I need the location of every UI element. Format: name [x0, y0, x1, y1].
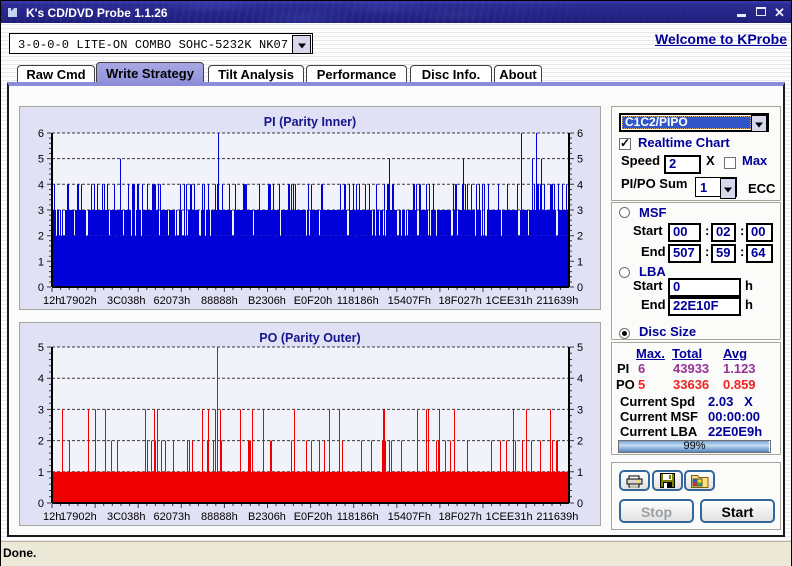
- svg-text:0: 0: [577, 282, 583, 294]
- svg-text:3: 3: [577, 205, 583, 217]
- svg-text:118186h: 118186h: [337, 295, 379, 307]
- svg-text:PO (Parity Outer): PO (Parity Outer): [259, 331, 360, 345]
- svg-text:211639h: 211639h: [536, 511, 578, 523]
- svg-text:3C038h: 3C038h: [107, 511, 146, 523]
- svg-text:1: 1: [38, 256, 44, 268]
- svg-text:3: 3: [38, 404, 44, 416]
- svg-text:2: 2: [577, 231, 583, 243]
- svg-text:4: 4: [38, 179, 44, 191]
- svg-text:5: 5: [38, 342, 44, 354]
- svg-text:1CEE31h: 1CEE31h: [486, 511, 533, 523]
- svg-text:1: 1: [38, 467, 44, 479]
- svg-text:1CEE31h: 1CEE31h: [486, 295, 533, 307]
- svg-text:118186h: 118186h: [337, 511, 379, 523]
- svg-text:5: 5: [577, 342, 583, 354]
- svg-text:4: 4: [577, 373, 583, 385]
- svg-text:3C038h: 3C038h: [107, 295, 146, 307]
- svg-text:62073h: 62073h: [154, 511, 191, 523]
- svg-text:1: 1: [577, 256, 583, 268]
- svg-text:4: 4: [38, 373, 44, 385]
- svg-text:PI (Parity Inner): PI (Parity Inner): [264, 115, 356, 129]
- svg-text:17902h: 17902h: [60, 511, 97, 523]
- svg-text:6: 6: [577, 128, 583, 140]
- svg-text:0: 0: [38, 282, 44, 294]
- svg-text:88888h: 88888h: [201, 511, 238, 523]
- svg-text:15407Fh: 15407Fh: [388, 511, 431, 523]
- svg-text:2: 2: [38, 231, 44, 243]
- svg-text:18F027h: 18F027h: [439, 295, 482, 307]
- svg-text:18F027h: 18F027h: [439, 511, 482, 523]
- svg-text:0: 0: [38, 498, 44, 510]
- svg-text:1: 1: [577, 467, 583, 479]
- svg-text:88888h: 88888h: [201, 295, 238, 307]
- svg-text:6: 6: [38, 128, 44, 140]
- svg-text:62073h: 62073h: [154, 295, 191, 307]
- svg-text:2: 2: [38, 436, 44, 448]
- svg-text:12h: 12h: [43, 511, 61, 523]
- svg-text:3: 3: [38, 205, 44, 217]
- svg-text:5: 5: [38, 154, 44, 166]
- svg-text:E0F20h: E0F20h: [294, 295, 333, 307]
- svg-text:5: 5: [577, 154, 583, 166]
- svg-text:E0F20h: E0F20h: [294, 511, 333, 523]
- svg-text:15407Fh: 15407Fh: [388, 295, 431, 307]
- svg-text:3: 3: [577, 404, 583, 416]
- svg-text:2: 2: [577, 436, 583, 448]
- svg-text:0: 0: [577, 498, 583, 510]
- svg-text:12h: 12h: [43, 295, 61, 307]
- svg-text:17902h: 17902h: [60, 295, 97, 307]
- svg-text:4: 4: [577, 179, 583, 191]
- svg-text:B2306h: B2306h: [248, 295, 286, 307]
- svg-text:211639h: 211639h: [536, 295, 578, 307]
- svg-text:B2306h: B2306h: [248, 511, 286, 523]
